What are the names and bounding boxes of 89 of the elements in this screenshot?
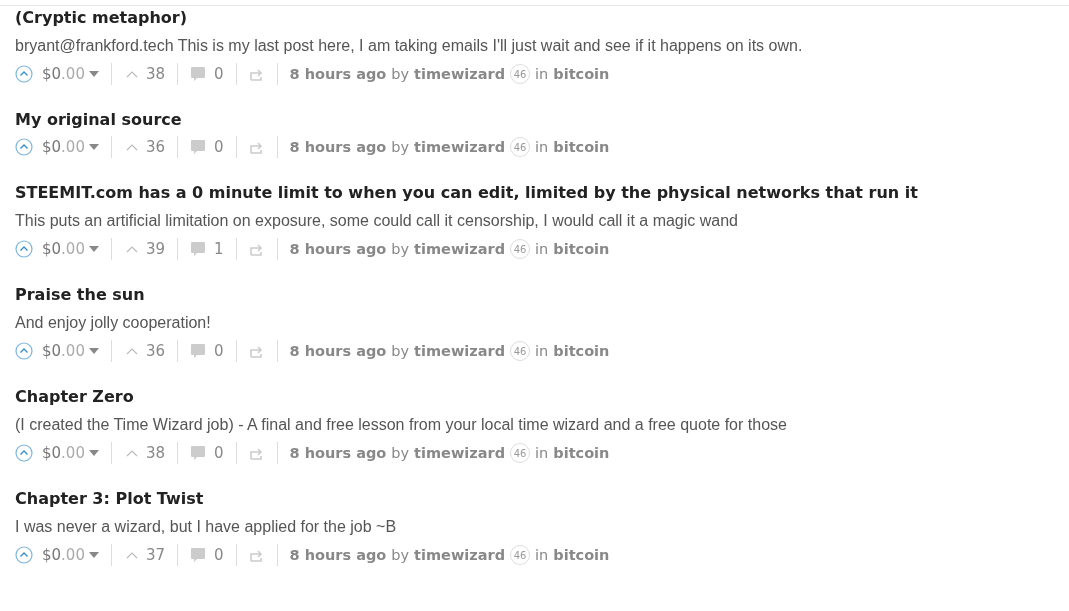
post-time[interactable]: 8 hours ago xyxy=(289,66,387,82)
comment-count: 0 xyxy=(214,65,224,83)
in-label: in xyxy=(535,139,549,155)
vote-count: 38 xyxy=(145,444,166,462)
by-label: by xyxy=(391,241,410,257)
post-title[interactable]: Chapter 3: Plot Twist xyxy=(15,489,1069,509)
vote-count: 36 xyxy=(145,342,166,360)
author-link[interactable]: timewizard xyxy=(414,139,506,155)
post-time[interactable]: 8 hours ago xyxy=(289,547,387,563)
comment-icon[interactable] xyxy=(190,241,207,257)
chevron-up-icon[interactable] xyxy=(125,449,138,457)
upvote-icon[interactable] xyxy=(15,138,33,156)
payout-amount: $0.00 xyxy=(42,240,85,258)
post-summary[interactable]: I was never a wizard, but I have applied for the job ~B xyxy=(15,517,1069,537)
post-title[interactable]: My original source xyxy=(15,110,1069,130)
author-link[interactable]: timewizard xyxy=(414,343,506,359)
payout-amount: $0.00 xyxy=(42,546,85,564)
author-link[interactable]: timewizard xyxy=(414,547,506,563)
comment-icon[interactable] xyxy=(190,66,207,82)
category-link[interactable]: bitcoin xyxy=(553,445,610,461)
post-summary[interactable]: bryant@frankford.tech This is my last post here, I am taking emails I'll just wait and see if it happens on its own. xyxy=(15,36,1069,56)
chevron-up-icon[interactable] xyxy=(125,143,138,151)
by-label: by xyxy=(391,343,410,359)
comment-count: 0 xyxy=(214,342,224,360)
vote-count: 39 xyxy=(145,240,166,258)
vote-count: 38 xyxy=(145,65,166,83)
comment-icon[interactable] xyxy=(190,343,207,359)
share-icon[interactable] xyxy=(248,67,265,81)
author-link[interactable]: timewizard xyxy=(414,445,506,461)
comment-count: 1 xyxy=(214,240,224,258)
by-label: by xyxy=(391,547,410,563)
comment-count: 0 xyxy=(214,138,224,156)
category-link[interactable]: bitcoin xyxy=(553,66,610,82)
comment-count: 0 xyxy=(214,546,224,564)
post-title[interactable]: STEEMIT.com has a 0 minute limit to when you can edit, limited by the physical networks that run it xyxy=(15,183,1069,203)
post-summary[interactable]: This puts an artificial limitation on exposure, some could call it censorship, I would call it a magic wand xyxy=(15,211,1069,231)
upvote-icon[interactable] xyxy=(15,546,33,564)
chevron-up-icon[interactable] xyxy=(125,70,138,78)
post-time[interactable]: 8 hours ago xyxy=(289,241,387,257)
upvote-icon[interactable] xyxy=(15,444,33,462)
in-label: in xyxy=(535,241,549,257)
share-icon[interactable] xyxy=(248,242,265,256)
post-time[interactable]: 8 hours ago xyxy=(289,343,387,359)
caret-icon[interactable] xyxy=(88,246,99,252)
share-icon[interactable] xyxy=(248,344,265,358)
caret-icon[interactable] xyxy=(88,71,99,77)
payout-amount: $0.00 xyxy=(42,342,85,360)
chevron-up-icon[interactable] xyxy=(125,551,138,559)
comment-count: 0 xyxy=(214,444,224,462)
vote-count: 36 xyxy=(145,138,166,156)
vote-count: 37 xyxy=(145,546,166,564)
upvote-icon[interactable] xyxy=(15,65,33,83)
comment-icon[interactable] xyxy=(190,445,207,461)
post-time[interactable]: 8 hours ago xyxy=(289,445,387,461)
chevron-up-icon[interactable] xyxy=(125,347,138,355)
caret-icon[interactable] xyxy=(88,348,99,354)
in-label: in xyxy=(535,547,549,563)
post-title[interactable]: Chapter Zero xyxy=(15,387,1069,407)
upvote-icon[interactable] xyxy=(15,240,33,258)
upvote-icon[interactable] xyxy=(15,342,33,360)
by-label: by xyxy=(391,445,410,461)
comment-icon[interactable] xyxy=(190,547,207,563)
in-label: in xyxy=(535,343,549,359)
post-summary[interactable]: (I created the Time Wizard job) - A final and free lesson from your local time wizard and a free quote for those xyxy=(15,415,1069,435)
share-icon[interactable] xyxy=(248,140,265,154)
category-link[interactable]: bitcoin xyxy=(553,547,610,563)
category-link[interactable]: bitcoin xyxy=(553,139,610,155)
comment-icon[interactable] xyxy=(190,139,207,155)
category-link[interactable]: bitcoin xyxy=(553,241,610,257)
share-icon[interactable] xyxy=(248,548,265,562)
post-title[interactable]: (Cryptic metaphor) xyxy=(15,8,1069,28)
author-link[interactable]: timewizard xyxy=(414,66,506,82)
post-time[interactable]: 8 hours ago xyxy=(289,139,387,155)
payout-amount: $0.00 xyxy=(42,65,85,83)
caret-icon[interactable] xyxy=(88,552,99,558)
post-title[interactable]: Praise the sun xyxy=(15,285,1069,305)
payout-amount: $0.00 xyxy=(42,138,85,156)
in-label: in xyxy=(535,445,549,461)
caret-icon[interactable] xyxy=(88,450,99,456)
by-label: by xyxy=(391,66,410,82)
author-link[interactable]: timewizard xyxy=(414,241,506,257)
payout-amount: $0.00 xyxy=(42,444,85,462)
caret-icon[interactable] xyxy=(88,144,99,150)
post-summary[interactable]: And enjoy jolly cooperation! xyxy=(15,313,1069,333)
chevron-up-icon[interactable] xyxy=(125,245,138,253)
share-icon[interactable] xyxy=(248,446,265,460)
in-label: in xyxy=(535,66,549,82)
category-link[interactable]: bitcoin xyxy=(553,343,610,359)
by-label: by xyxy=(391,139,410,155)
